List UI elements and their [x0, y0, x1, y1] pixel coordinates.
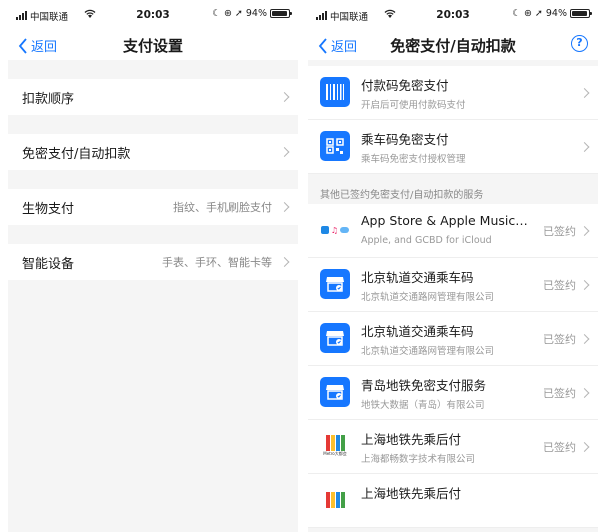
page-title: 免密支付/自动扣款: [390, 37, 516, 55]
status-bar: 中国联通 20:03 ☾ ⊛ ➚ 94%: [308, 0, 598, 32]
list-item-service[interactable]: Metro大都会 上海地铁先乘后付 上海都畅数字技术有限公司 已签约: [308, 420, 598, 474]
list-item-ridecode[interactable]: 乘车码免密支付 乘车码免密支付授权管理: [308, 120, 598, 174]
chevron-right-icon: [579, 387, 590, 398]
chevron-right-icon: [579, 141, 590, 152]
chevron-right-icon: [279, 257, 290, 267]
apple-services-icon: ♫: [320, 215, 350, 245]
chevron-right-icon: [279, 202, 290, 212]
list-item-service[interactable]: 北京轨道交通乘车码 北京轨道交通路网管理有限公司 已签约: [308, 258, 598, 312]
rotation-lock-icon: ⊛: [523, 8, 532, 19]
transit-icon: [320, 377, 350, 407]
location-icon: ➚: [534, 8, 543, 19]
chevron-right-icon: [579, 87, 590, 98]
section-label: 其他已签约免密支付/自动扣款的服务: [320, 190, 484, 201]
chevron-right-icon: [579, 441, 590, 452]
right-screen: 中国联通 20:03 ☾ ⊛ ➚ 94% 返回 免密支付/自动扣款 ? 付款码免…: [308, 0, 598, 532]
help-icon[interactable]: ?: [571, 35, 588, 52]
battery-percent: 94%: [545, 8, 567, 19]
moon-icon: ☾: [512, 8, 521, 19]
chevron-right-icon: [279, 147, 290, 157]
moon-icon: ☾: [212, 8, 221, 19]
page-title: 支付设置: [122, 37, 183, 55]
chevron-right-icon: [279, 92, 290, 102]
row-smart-devices[interactable]: 智能设备 手表、手环、智能卡等: [8, 244, 298, 280]
navigation-bar: 返回 免密支付/自动扣款 ?: [308, 32, 598, 60]
chevron-right-icon: [579, 333, 590, 344]
list-item-service[interactable]: 北京轨道交通乘车码 北京轨道交通路网管理有限公司 已签约: [308, 312, 598, 366]
qrcode-icon: [320, 131, 350, 161]
left-screen: 中国联通 20:03 ☾ ⊛ ➚ 94% 返回 支付设置 扣款顺序 免密支付/自…: [8, 0, 298, 532]
list-item-service[interactable]: 上海地铁先乘后付: [308, 474, 598, 528]
list-item-paycode[interactable]: 付款码免密支付 开启后可使用付款码支付: [308, 66, 598, 120]
transit-icon: [320, 269, 350, 299]
barcode-icon: [320, 77, 350, 107]
navigation-bar: 返回 支付设置: [8, 32, 298, 60]
battery-icon: [270, 9, 292, 18]
row-password-free-pay[interactable]: 免密支付/自动扣款: [8, 134, 298, 170]
chevron-right-icon: [579, 225, 590, 236]
location-icon: ➚: [234, 8, 243, 19]
battery-icon: [570, 9, 592, 18]
row-biometric-pay[interactable]: 生物支付 指纹、手机刷脸支付: [8, 189, 298, 225]
row-deduction-order[interactable]: 扣款顺序: [8, 79, 298, 115]
list-item-apple[interactable]: ♫ App Store & Apple Music… Apple, and GC…: [308, 204, 598, 258]
transit-icon: [320, 323, 350, 353]
battery-percent: 94%: [245, 8, 267, 19]
chevron-right-icon: [579, 279, 590, 290]
metro-pay-icon: Metro大都会: [320, 431, 350, 461]
list-item-service[interactable]: 青岛地铁免密支付服务 地铁大数据（青岛）有限公司 已签约: [308, 366, 598, 420]
rotation-lock-icon: ⊛: [223, 8, 232, 19]
metro-pay-icon: [320, 485, 350, 515]
status-bar: 中国联通 20:03 ☾ ⊛ ➚ 94%: [8, 0, 298, 32]
